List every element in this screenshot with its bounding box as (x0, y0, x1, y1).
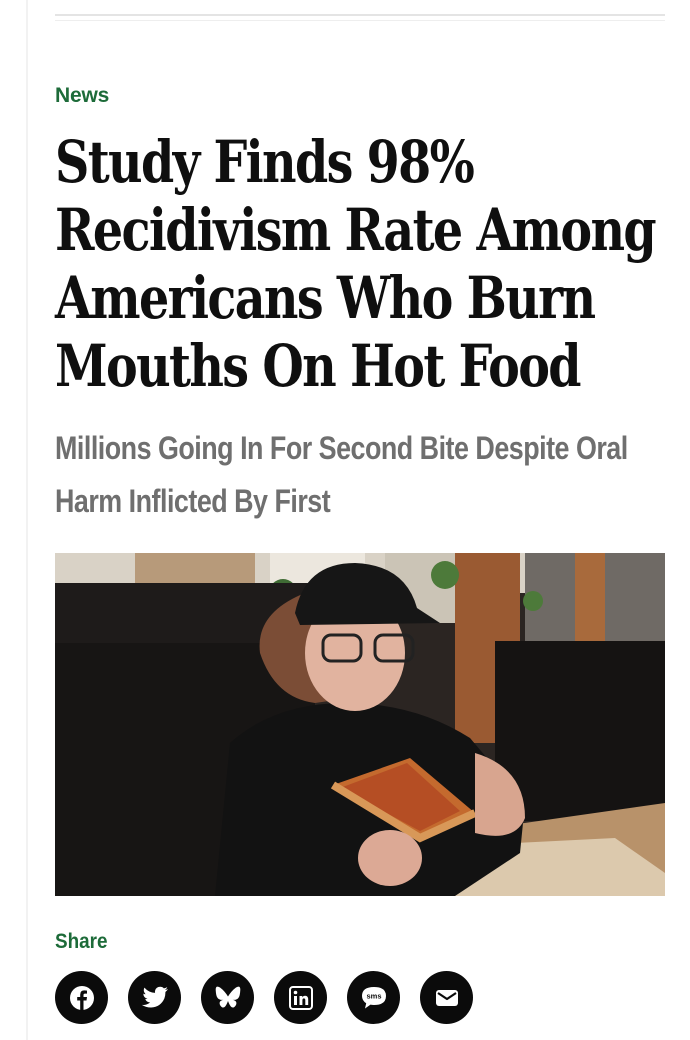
page-edge-divider (26, 0, 28, 1040)
share-bluesky-button[interactable] (201, 971, 254, 1024)
share-email-button[interactable] (420, 971, 473, 1024)
linkedin-icon (288, 985, 313, 1010)
sms-icon-text: sms (366, 991, 381, 1000)
bluesky-icon (214, 986, 242, 1010)
share-linkedin-button[interactable] (274, 971, 327, 1024)
share-buttons: sms (55, 971, 473, 1024)
email-icon (435, 988, 459, 1008)
share-sms-button[interactable]: sms (347, 971, 400, 1024)
share-label: Share (55, 930, 108, 953)
article-photo (55, 553, 665, 896)
category-link[interactable]: News (55, 84, 109, 108)
sms-icon: sms (360, 985, 388, 1011)
article-headline: Study Finds 98% Recidivism Rate Among Am… (55, 128, 657, 400)
share-twitter-button[interactable] (128, 971, 181, 1024)
twitter-icon (141, 986, 169, 1010)
facebook-icon (69, 985, 95, 1011)
article-subhead: Millions Going In For Second Bite Despit… (55, 430, 628, 519)
top-divider (55, 14, 665, 21)
share-facebook-button[interactable] (55, 971, 108, 1024)
